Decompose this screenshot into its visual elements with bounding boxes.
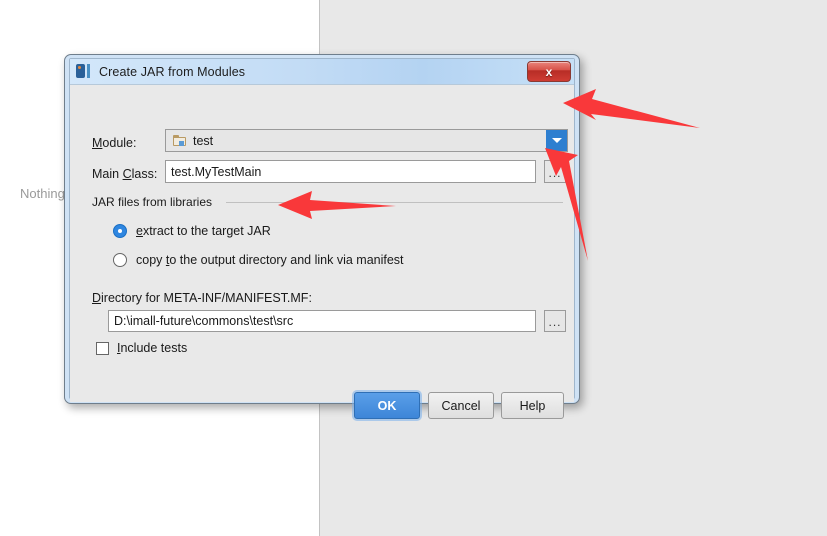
- radio-copy-to-output-directory[interactable]: copy to the output directory and link vi…: [113, 253, 404, 267]
- ok-button[interactable]: OK: [354, 392, 420, 419]
- main-class-label: Main Class:: [92, 167, 158, 181]
- manifest-directory-input[interactable]: D:\imall-future\commons\test\src: [108, 310, 536, 332]
- cancel-button[interactable]: Cancel: [428, 392, 494, 419]
- radio-unselected-icon: [113, 253, 127, 267]
- help-button[interactable]: Help: [501, 392, 564, 419]
- dialog-inner-frame: Create JAR from Modules x Module: test M…: [69, 58, 575, 419]
- close-button[interactable]: x: [527, 61, 571, 82]
- include-tests-checkbox[interactable]: Include tests: [96, 341, 187, 355]
- group-separator: [226, 202, 563, 203]
- dialog-titlebar: Create JAR from Modules x: [70, 59, 574, 85]
- checkbox-unchecked-icon: [96, 341, 109, 355]
- main-class-browse-button[interactable]: ...: [544, 160, 566, 183]
- radio-extract-label: extract to the target JAR: [136, 224, 271, 238]
- backdrop-nothing-text: Nothing: [20, 186, 65, 201]
- include-tests-label: Include tests: [117, 341, 188, 355]
- intellij-idea-icon: [76, 64, 91, 79]
- module-combobox[interactable]: test: [165, 129, 568, 152]
- dialog-title: Create JAR from Modules: [99, 64, 246, 79]
- module-label: Module:: [92, 136, 137, 150]
- manifest-directory-label: Directory for META-INF/MANIFEST.MF:: [92, 291, 312, 305]
- radio-selected-icon: [113, 224, 127, 238]
- dialog-content: Module: test Main Class: test.MyTestMain…: [70, 85, 574, 419]
- jar-libraries-group-title: JAR files from libraries: [92, 195, 213, 209]
- create-jar-dialog: Create JAR from Modules x Module: test M…: [64, 54, 580, 419]
- manifest-directory-browse-button[interactable]: ...: [544, 310, 566, 332]
- module-selected-value: test: [193, 133, 214, 148]
- chevron-down-icon[interactable]: [546, 130, 567, 151]
- main-class-input[interactable]: test.MyTestMain: [165, 160, 536, 183]
- manifest-directory-value: D:\imall-future\commons\test\src: [114, 314, 294, 328]
- main-class-value: test.MyTestMain: [171, 164, 262, 179]
- radio-copy-label: copy to the output directory and link vi…: [136, 253, 404, 267]
- radio-extract-to-target-jar[interactable]: extract to the target JAR: [113, 224, 271, 238]
- close-icon: x: [545, 64, 553, 79]
- folder-icon: [173, 134, 187, 147]
